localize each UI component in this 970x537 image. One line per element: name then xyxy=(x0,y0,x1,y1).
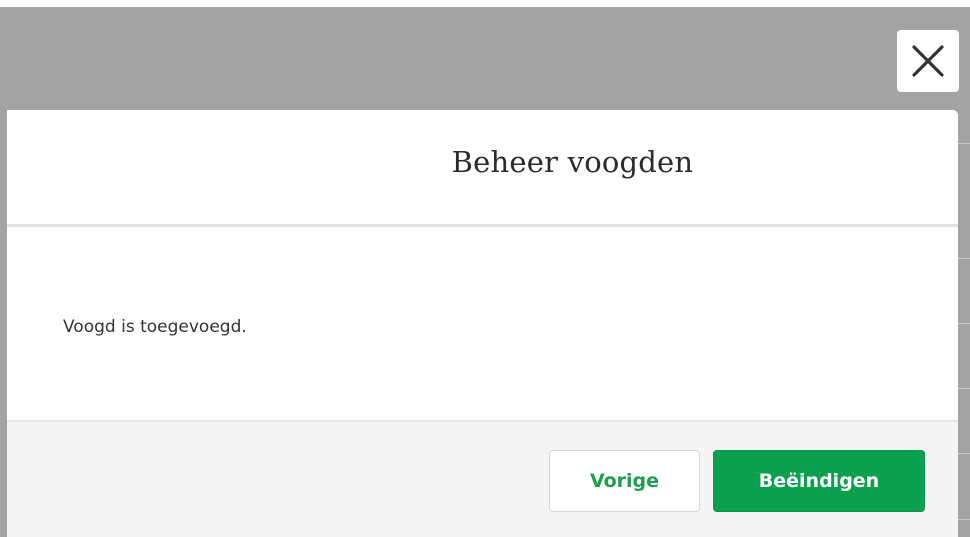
close-dialog-button[interactable] xyxy=(897,30,959,92)
background-divider xyxy=(958,143,970,144)
background-divider xyxy=(958,323,970,324)
background-divider xyxy=(958,258,970,259)
close-icon xyxy=(912,45,944,77)
status-message: Voogd is toegevoegd. xyxy=(63,317,247,337)
dialog-body: Voogd is toegevoegd. xyxy=(7,227,958,422)
dialog-header: Beheer voogden xyxy=(7,110,958,227)
screen: Beheer voogden Voogd is toegevoegd. Vori… xyxy=(0,0,970,537)
finish-button[interactable]: Beëindigen xyxy=(713,450,925,512)
background-divider xyxy=(958,388,970,389)
dialog: Beheer voogden Voogd is toegevoegd. Vori… xyxy=(7,110,958,537)
background-divider xyxy=(958,519,970,520)
previous-button[interactable]: Vorige xyxy=(549,450,700,512)
dialog-title: Beheer voogden xyxy=(451,145,694,179)
background-divider xyxy=(958,453,970,454)
dialog-footer: Vorige Beëindigen xyxy=(7,422,958,537)
